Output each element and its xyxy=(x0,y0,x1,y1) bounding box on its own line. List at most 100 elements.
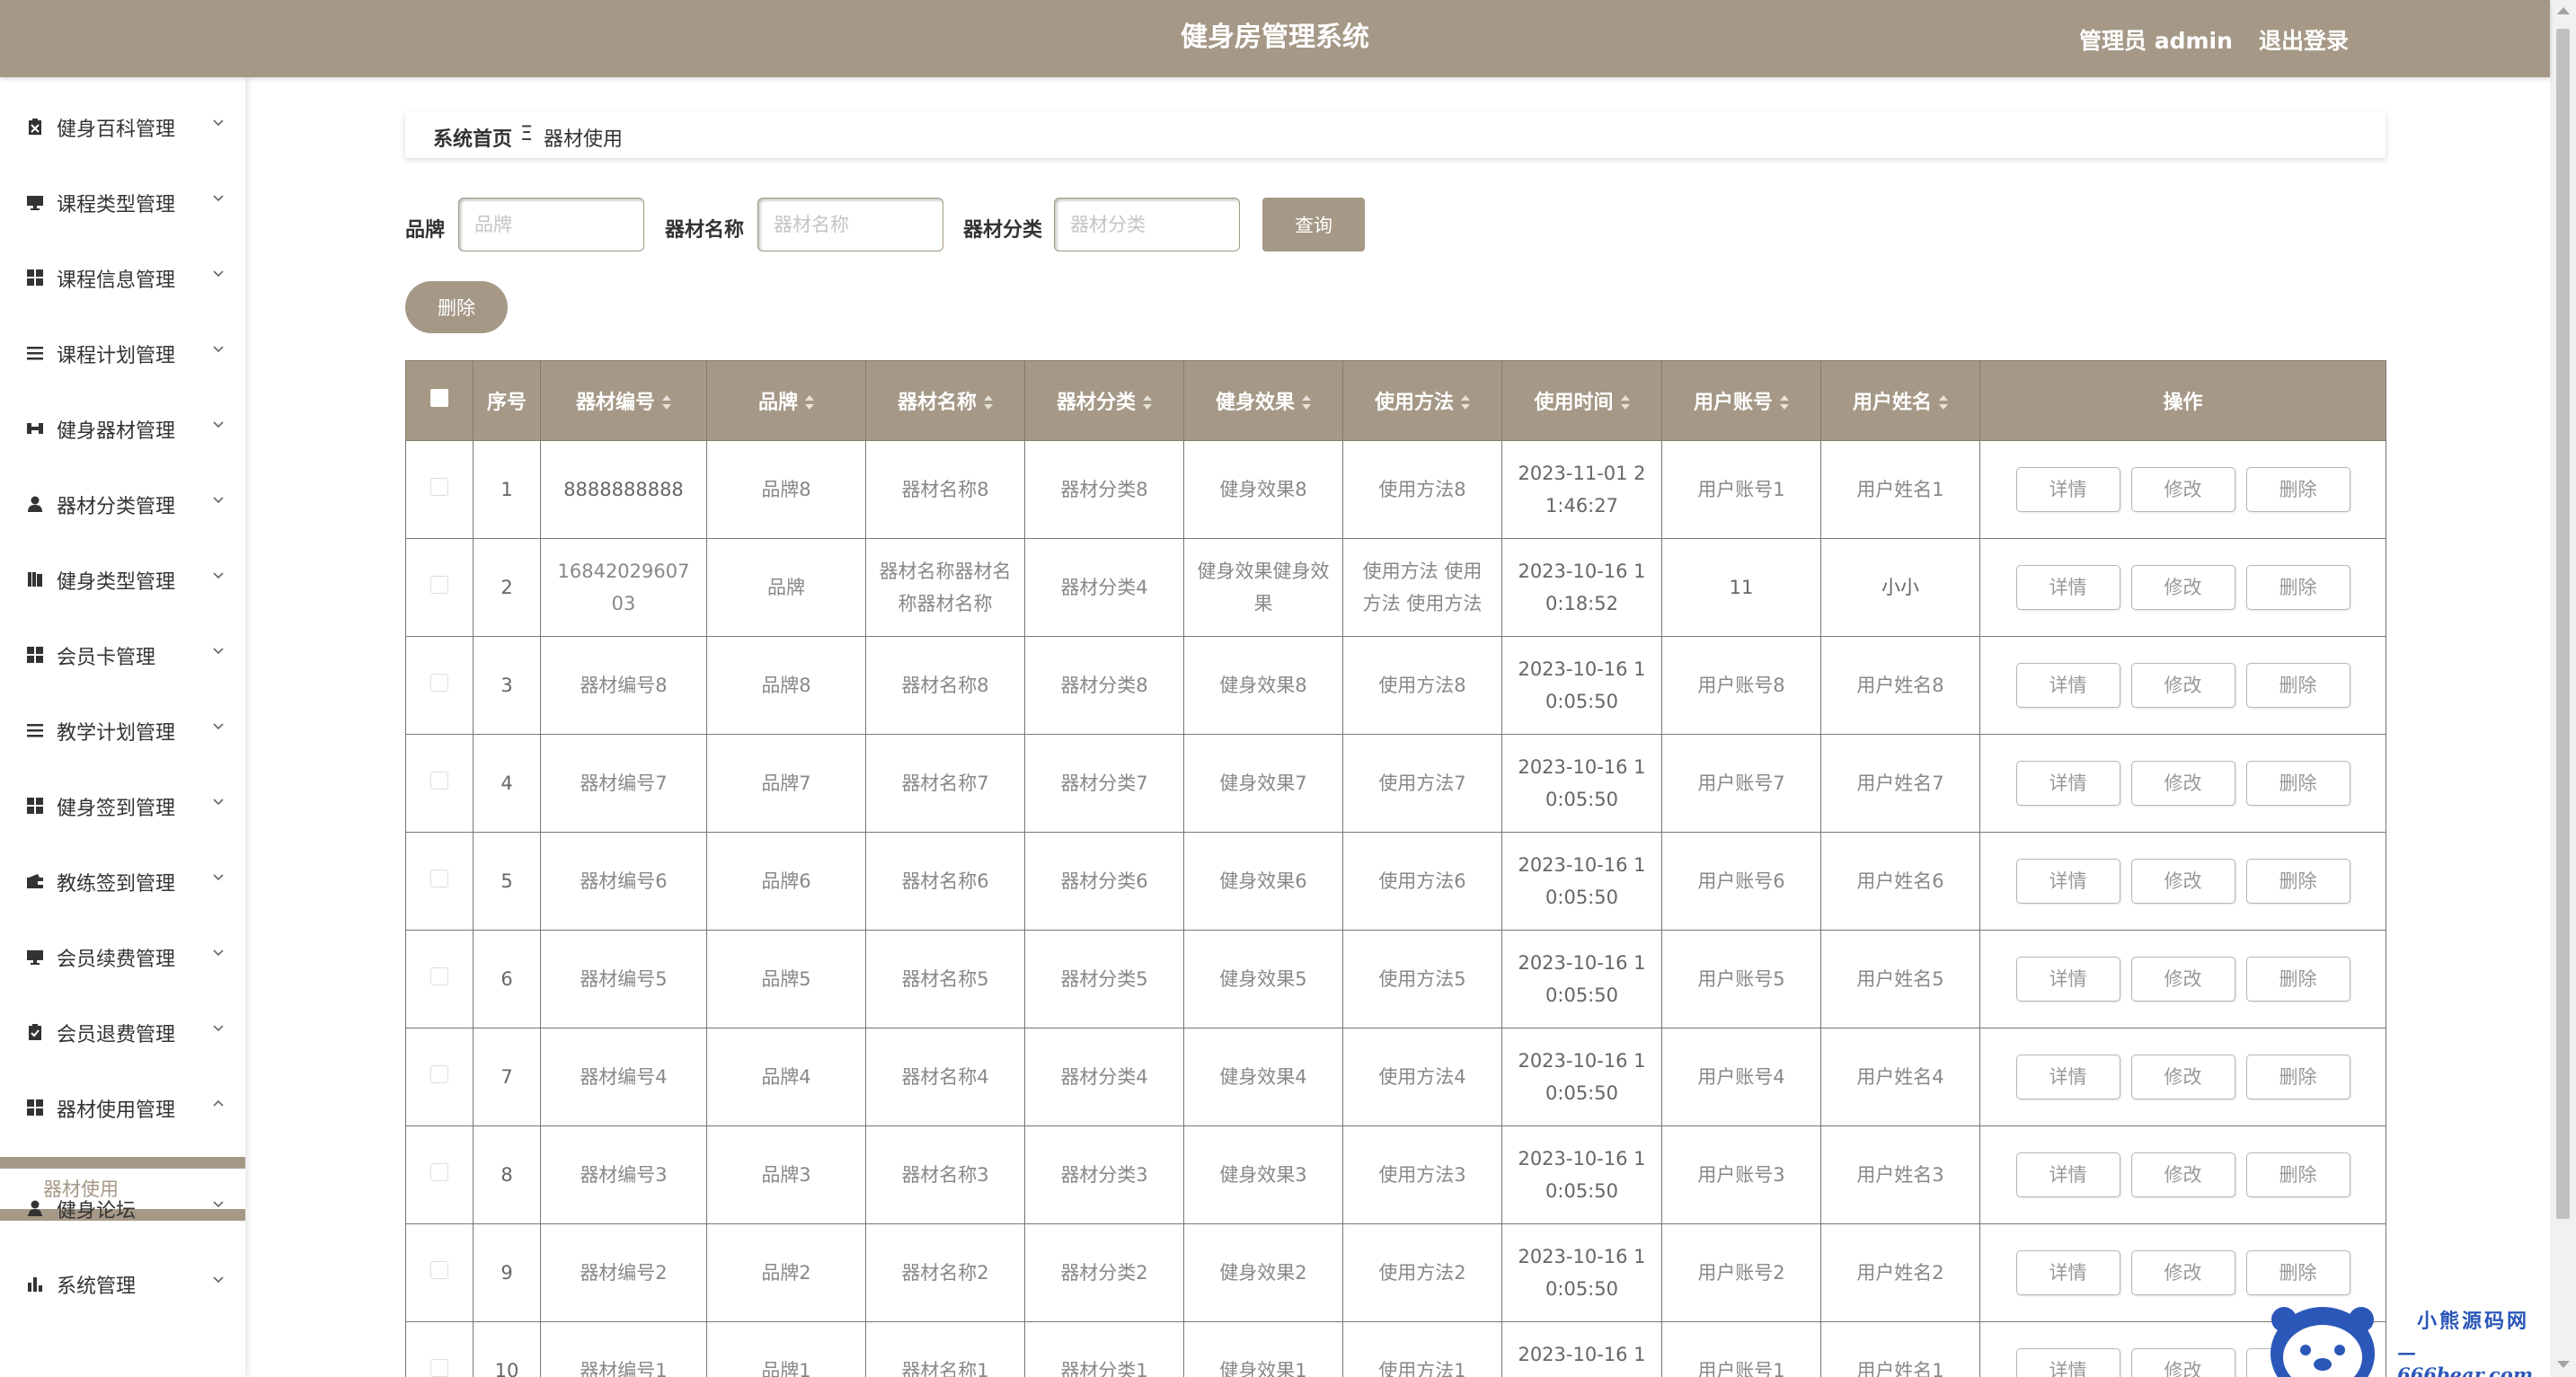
row-checkbox[interactable] xyxy=(430,1065,448,1083)
select-all-checkbox[interactable] xyxy=(430,389,448,407)
row-checkbox[interactable] xyxy=(430,1163,448,1181)
row-checkbox[interactable] xyxy=(430,674,448,692)
table-row[interactable]: 3 器材编号8 品牌8 器材名称8 器材分类8 健身效果8 使用方法8 2023-10-16 … xyxy=(405,636,2386,735)
logout-link[interactable]: 退出登录 xyxy=(2259,23,2349,56)
table-row[interactable]: 5 器材编号6 品牌6 器材名称6 器材分类6 健身效果6 使用方法6 2023-10-16 … xyxy=(405,832,2386,931)
cell-method: 使用方法2 xyxy=(1342,1223,1502,1322)
delete-button[interactable]: 删除 xyxy=(2245,1250,2350,1295)
edit-button[interactable]: 修改 xyxy=(2130,1152,2235,1197)
sidebar-item[interactable]: 器材分类管理 xyxy=(0,466,245,542)
sort-icon[interactable] xyxy=(1780,395,1789,411)
sidebar-item[interactable]: 课程类型管理 xyxy=(0,164,245,240)
row-checkbox[interactable] xyxy=(430,1261,448,1279)
sidebar-item[interactable]: 会员续费管理 xyxy=(0,919,245,994)
row-checkbox[interactable] xyxy=(430,772,448,790)
sort-icon[interactable] xyxy=(984,395,993,411)
row-checkbox[interactable] xyxy=(430,967,448,985)
sidebar-item[interactable]: 系统管理 xyxy=(0,1246,245,1321)
brand-input[interactable] xyxy=(458,198,644,252)
sidebar-item[interactable]: 健身器材管理 xyxy=(0,391,245,466)
sidebar-item[interactable]: 教学计划管理 xyxy=(0,693,245,768)
edit-button[interactable]: 修改 xyxy=(2130,859,2235,904)
col-header-code[interactable]: 器材编号 xyxy=(540,360,707,441)
row-checkbox[interactable] xyxy=(430,576,448,594)
equipment-category-input[interactable] xyxy=(1054,198,1240,252)
query-button[interactable]: 查询 xyxy=(1262,198,1365,252)
sidebar-item[interactable]: 会员退费管理 xyxy=(0,994,245,1070)
sidebar-item[interactable]: 课程信息管理 xyxy=(0,240,245,315)
edit-button[interactable]: 修改 xyxy=(2130,663,2235,708)
col-header-account[interactable]: 用户账号 xyxy=(1661,360,1821,441)
cell-time: 2023-10-16 10:05:50 xyxy=(1501,1321,1662,1377)
detail-button[interactable]: 详情 xyxy=(2015,1152,2120,1197)
sort-icon[interactable] xyxy=(662,395,671,411)
scrollbar-thumb[interactable] xyxy=(2556,29,2570,1219)
detail-button[interactable]: 详情 xyxy=(2015,957,2120,1002)
page-scrollbar[interactable] xyxy=(2550,0,2576,1377)
table-row[interactable]: 7 器材编号4 品牌4 器材名称4 器材分类4 健身效果4 使用方法4 2023-10-16 … xyxy=(405,1028,2386,1126)
delete-button[interactable]: 删除 xyxy=(2245,957,2350,1002)
sidebar-item[interactable]: 健身百科管理 xyxy=(0,89,245,164)
col-header-time[interactable]: 使用时间 xyxy=(1501,360,1662,441)
sidebar-item-label: 健身器材管理 xyxy=(57,420,176,443)
cell-account: 用户账号6 xyxy=(1661,832,1821,931)
batch-delete-button[interactable]: 删除 xyxy=(405,281,508,333)
sort-icon[interactable] xyxy=(1302,395,1311,411)
edit-button[interactable]: 修改 xyxy=(2130,1348,2235,1377)
sort-icon[interactable] xyxy=(1939,395,1948,411)
detail-button[interactable]: 详情 xyxy=(2015,1250,2120,1295)
sort-icon[interactable] xyxy=(1461,395,1470,411)
sidebar-item[interactable]: 教练签到管理 xyxy=(0,843,245,919)
delete-button[interactable]: 删除 xyxy=(2245,859,2350,904)
detail-button[interactable]: 详情 xyxy=(2015,761,2120,806)
equipment-name-input[interactable] xyxy=(757,198,943,252)
table-row[interactable]: 10 器材编号1 品牌1 器材名称1 器材分类1 健身效果1 使用方法1 2023-10-16… xyxy=(405,1321,2386,1377)
delete-button[interactable]: 删除 xyxy=(2245,1152,2350,1197)
delete-button[interactable]: 删除 xyxy=(2245,761,2350,806)
col-header-username[interactable]: 用户姓名 xyxy=(1820,360,1980,441)
breadcrumb-home[interactable]: 系统首页 xyxy=(433,123,512,152)
detail-button[interactable]: 详情 xyxy=(2015,1055,2120,1099)
edit-button[interactable]: 修改 xyxy=(2130,761,2235,806)
col-header-brand[interactable]: 品牌 xyxy=(706,360,866,441)
sidebar-item[interactable]: 会员卡管理 xyxy=(0,617,245,693)
row-checkbox[interactable] xyxy=(430,478,448,496)
sort-icon[interactable] xyxy=(1620,395,1630,411)
sort-icon[interactable] xyxy=(1143,395,1152,411)
edit-button[interactable]: 修改 xyxy=(2130,565,2235,610)
detail-button[interactable]: 详情 xyxy=(2015,467,2120,512)
sidebar-item[interactable]: 器材使用管理 xyxy=(0,1070,245,1145)
table-row[interactable]: 1 8888888888 品牌8 器材名称8 器材分类8 健身效果8 使用方法8 2023-1… xyxy=(405,440,2386,539)
sort-icon[interactable] xyxy=(805,395,814,411)
col-header-method[interactable]: 使用方法 xyxy=(1342,360,1502,441)
scroll-down-arrow-icon[interactable] xyxy=(2557,1361,2570,1368)
col-header-effect[interactable]: 健身效果 xyxy=(1183,360,1343,441)
detail-button[interactable]: 详情 xyxy=(2015,565,2120,610)
edit-button[interactable]: 修改 xyxy=(2130,957,2235,1002)
edit-button[interactable]: 修改 xyxy=(2130,467,2235,512)
sidebar-item[interactable]: 健身类型管理 xyxy=(0,542,245,617)
delete-button[interactable]: 删除 xyxy=(2245,467,2350,512)
detail-button[interactable]: 详情 xyxy=(2015,1348,2120,1377)
sidebar-item[interactable]: 课程计划管理 xyxy=(0,315,245,391)
delete-button[interactable]: 删除 xyxy=(2245,1055,2350,1099)
sidebar-item[interactable]: 健身签到管理 xyxy=(0,768,245,843)
col-header-name[interactable]: 器材名称 xyxy=(865,360,1025,441)
scroll-up-arrow-icon[interactable] xyxy=(2557,7,2570,14)
table-row[interactable]: 4 器材编号7 品牌7 器材名称7 器材分类7 健身效果7 使用方法7 2023-10-16 … xyxy=(405,734,2386,833)
table-row[interactable]: 8 器材编号3 品牌3 器材名称3 器材分类3 健身效果3 使用方法3 2023-10-16 … xyxy=(405,1125,2386,1224)
delete-button[interactable]: 删除 xyxy=(2245,663,2350,708)
sidebar-item[interactable]: 健身论坛 xyxy=(0,1170,245,1246)
edit-button[interactable]: 修改 xyxy=(2130,1055,2235,1099)
table-row[interactable]: 6 器材编号5 品牌5 器材名称5 器材分类5 健身效果5 使用方法5 2023-10-16 … xyxy=(405,930,2386,1028)
table-row[interactable]: 9 器材编号2 品牌2 器材名称2 器材分类2 健身效果2 使用方法2 2023-10-16 … xyxy=(405,1223,2386,1322)
table-row[interactable]: 2 1684202960703 品牌 器材名称器材名称器材名称 器材分类4 健身效果健身效… xyxy=(405,538,2386,637)
delete-button[interactable]: 删除 xyxy=(2245,565,2350,610)
detail-button[interactable]: 详情 xyxy=(2015,663,2120,708)
detail-button[interactable]: 详情 xyxy=(2015,859,2120,904)
col-header-category[interactable]: 器材分类 xyxy=(1024,360,1184,441)
edit-button[interactable]: 修改 xyxy=(2130,1250,2235,1295)
row-checkbox[interactable] xyxy=(430,1359,448,1377)
row-checkbox[interactable] xyxy=(430,869,448,887)
col-header-index: 序号 xyxy=(473,360,541,441)
